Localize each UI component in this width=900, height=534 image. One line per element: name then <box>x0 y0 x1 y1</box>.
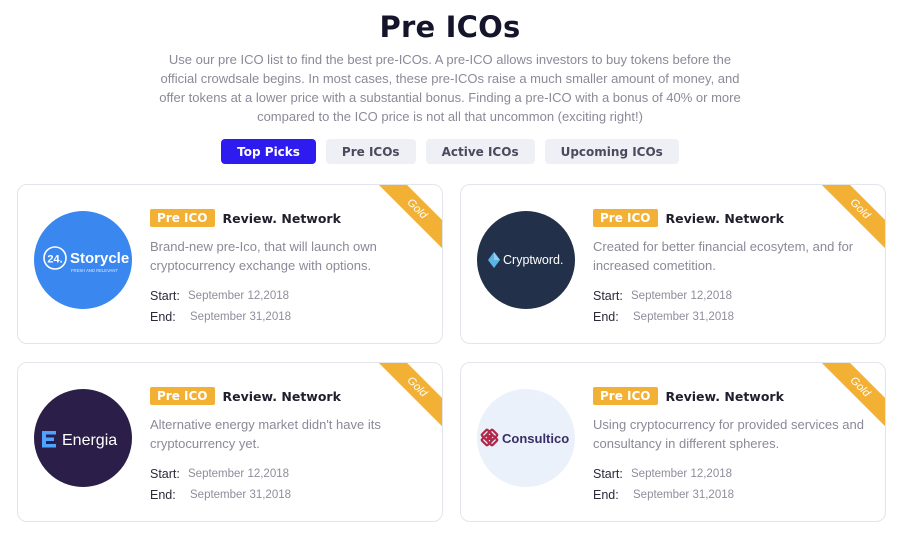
card-description: Brand-new pre-Ico, that will launch own … <box>150 239 377 273</box>
svg-text:24.: 24. <box>47 254 62 266</box>
start-label: Start: <box>150 288 180 303</box>
end-date: September 31,2018 <box>633 310 735 323</box>
review-network-link[interactable]: Review. Network <box>223 211 341 226</box>
start-label: Start: <box>150 466 180 481</box>
start-date: September 12,2018 <box>631 289 733 302</box>
energia-wordmark: Energia <box>62 432 117 449</box>
card-dates: Start: September 12,2018 End: September 31… <box>593 463 734 505</box>
start-label: Start: <box>593 466 623 481</box>
start-date: September 12,2018 <box>188 289 290 302</box>
pre-ico-badge: Pre ICO <box>150 387 215 405</box>
cryptword-logo: Cryptword. <box>477 211 575 309</box>
pre-ico-badge: Pre ICO <box>593 209 658 227</box>
end-label: End: <box>593 309 619 324</box>
tab-upcoming-icos[interactable]: Upcoming ICOs <box>544 139 679 164</box>
start-label: Start: <box>593 288 623 303</box>
card-dates: Start: September 12,2018 End: September 31… <box>593 285 734 327</box>
card-description: Alternative energy market didn't have it… <box>150 417 381 451</box>
end-label: End: <box>593 487 619 502</box>
card-description: Created for better financial ecosytem, a… <box>593 239 854 273</box>
pre-ico-badge: Pre ICO <box>593 387 658 405</box>
review-network-link[interactable]: Review. Network <box>666 211 784 226</box>
end-date: September 31,2018 <box>633 488 735 501</box>
start-date: September 12,2018 <box>188 467 290 480</box>
tab-pre-icos[interactable]: Pre ICOs <box>325 139 416 164</box>
tab-active-icos[interactable]: Active ICOs <box>425 139 535 164</box>
ico-card-energia[interactable]: Energia Gold Pre ICO Review. Network Alt… <box>17 362 443 522</box>
ico-card-consultico[interactable]: Consultico Gold Pre ICO Review. Network … <box>460 362 886 522</box>
energia-logo: Energia <box>34 389 132 487</box>
knot-icon <box>480 428 499 447</box>
cryptword-wordmark: Cryptword. <box>503 253 563 267</box>
tab-top-picks[interactable]: Top Picks <box>221 139 316 164</box>
page-intro: Use our pre ICO list to find the best pr… <box>159 52 741 124</box>
card-dates: Start: September 12,2018 End: September 31… <box>150 463 291 505</box>
end-date: September 31,2018 <box>190 488 292 501</box>
card-description: Using cryptocurrency for provided servic… <box>593 417 864 451</box>
ico-card-cryptword[interactable]: Cryptword. Gold Pre ICO Review. Network … <box>460 184 886 344</box>
storycle-wordmark: Storycle <box>70 250 129 267</box>
card-dates: Start: September 12,2018 End: September 31… <box>150 285 291 327</box>
page-title: Pre ICOs <box>379 10 521 44</box>
review-network-link[interactable]: Review. Network <box>223 389 341 404</box>
end-date: September 31,2018 <box>190 310 292 323</box>
svg-text:FRESH AND RELEVANT: FRESH AND RELEVANT <box>71 268 118 273</box>
start-date: September 12,2018 <box>631 467 733 480</box>
consultico-logo: Consultico <box>477 389 575 487</box>
pre-ico-badge: Pre ICO <box>150 209 215 227</box>
end-label: End: <box>150 487 176 502</box>
storycle-logo: 24. Storycle FRESH AND RELEVANT <box>34 211 132 309</box>
ico-card-storycle[interactable]: 24. Storycle FRESH AND RELEVANT Gold Pre… <box>17 184 443 344</box>
consultico-wordmark: Consultico <box>502 431 569 446</box>
ico-tabs: Top Picks Pre ICOs Active ICOs Upcoming … <box>0 139 900 164</box>
energia-mark-icon <box>42 431 56 448</box>
end-label: End: <box>150 309 176 324</box>
review-network-link[interactable]: Review. Network <box>666 389 784 404</box>
